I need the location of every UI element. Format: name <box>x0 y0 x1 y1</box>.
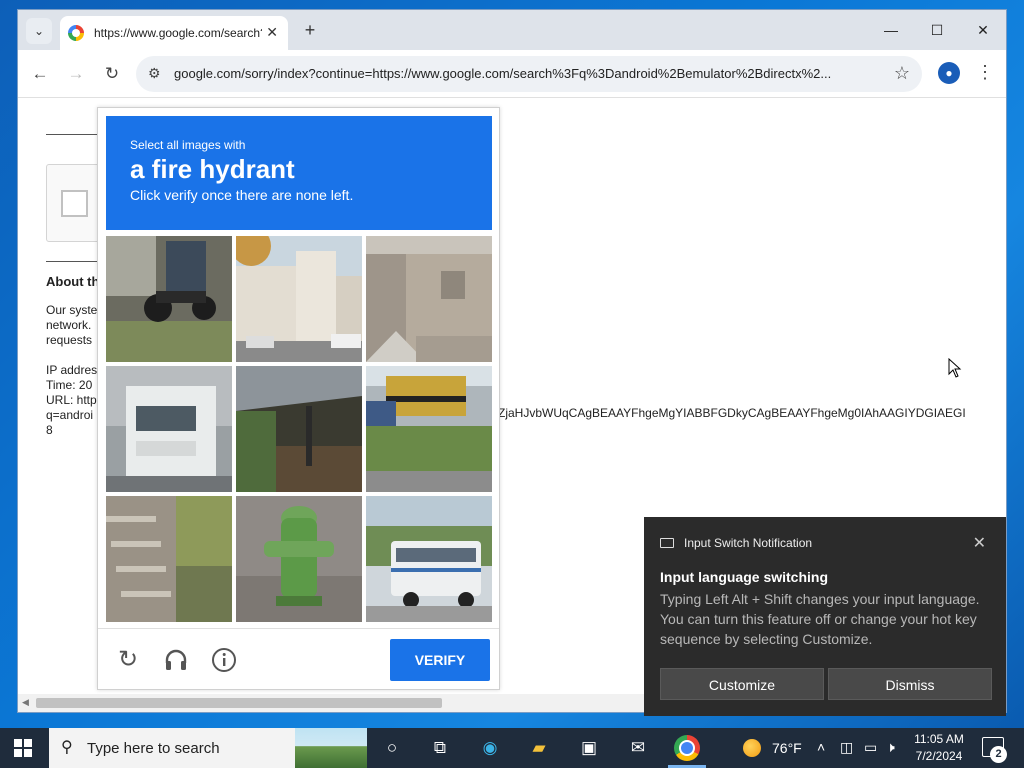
site-info-icon[interactable]: ⚙ <box>148 65 161 82</box>
mail-icon[interactable]: ✉ <box>626 736 650 760</box>
captcha-subinstruction: Click verify once there are none left. <box>130 187 354 203</box>
info-icon[interactable] <box>211 647 237 673</box>
tab-strip: ⌄ https://www.google.com/search? ✕ + — ☐… <box>18 10 1006 50</box>
bookmark-star-icon[interactable]: ☆ <box>894 63 910 84</box>
captcha-footer: ↻ VERIFY <box>98 628 499 690</box>
tab-title: https://www.google.com/search? <box>94 26 262 40</box>
google-favicon-icon <box>68 25 84 41</box>
browser-toolbar: ← → ↻ ⚙ google.com/sorry/index?continue=… <box>18 50 1006 98</box>
recaptcha-checkbox[interactable] <box>61 190 88 217</box>
clock[interactable]: 11:05 AM 7/2/2024 <box>908 731 970 765</box>
notification-count-badge: 2 <box>990 746 1007 763</box>
captcha-image-grid <box>106 236 492 622</box>
store-icon[interactable]: ▣ <box>577 736 601 760</box>
captcha-tile-shed[interactable] <box>236 366 362 492</box>
tab-close-icon[interactable]: ✕ <box>266 24 278 41</box>
taskbar: ⚲ Type here to search ○ ⧉ ◉ ▰ ▣ ✉ 76°F ˄… <box>0 728 1024 768</box>
weather-temperature[interactable]: 76°F <box>772 740 802 756</box>
notification-header: Input Switch Notification <box>660 536 812 550</box>
keyboard-icon <box>660 538 674 548</box>
notification-close-icon[interactable]: ✕ <box>973 533 986 553</box>
browser-tab[interactable]: https://www.google.com/search? ✕ <box>60 16 288 50</box>
captcha-tile-building-corner[interactable] <box>366 236 492 362</box>
info-line: Time: 20 <box>46 378 93 392</box>
captcha-tile-truck[interactable] <box>106 366 232 492</box>
info-line: q=androi <box>46 408 94 422</box>
cortana-icon[interactable]: ○ <box>380 736 404 760</box>
meet-now-icon[interactable]: ◫ <box>840 739 853 756</box>
verify-button[interactable]: VERIFY <box>390 639 490 681</box>
input-switch-notification: Input Switch Notification ✕ Input langua… <box>644 517 1006 716</box>
search-highlight-image <box>295 728 367 768</box>
mouse-cursor-icon <box>948 358 962 378</box>
tab-search-button[interactable]: ⌄ <box>26 18 52 44</box>
captcha-header: Select all images with a fire hydrant Cl… <box>106 116 492 230</box>
dismiss-button[interactable]: Dismiss <box>828 668 992 700</box>
clock-time: 11:05 AM <box>914 732 964 746</box>
start-button[interactable] <box>14 739 32 757</box>
address-url: google.com/sorry/index?continue=https://… <box>174 66 832 81</box>
search-icon: ⚲ <box>61 739 73 756</box>
reload-button[interactable]: ↻ <box>100 62 124 86</box>
profile-avatar[interactable]: ● <box>938 62 960 84</box>
clock-date: 7/2/2024 <box>915 749 963 763</box>
reload-challenge-icon[interactable]: ↻ <box>115 647 141 673</box>
taskbar-search[interactable]: ⚲ Type here to search <box>49 728 367 768</box>
new-tab-button[interactable]: + <box>300 20 320 40</box>
notification-title: Input language switching <box>660 569 828 585</box>
maximize-button[interactable]: ☐ <box>922 18 952 42</box>
edge-icon[interactable]: ◉ <box>478 736 502 760</box>
browser-menu-icon[interactable]: ⋮ <box>976 62 994 83</box>
captcha-tile-motorcycle[interactable] <box>106 236 232 362</box>
captcha-instruction: Select all images with <box>130 138 246 152</box>
para-line: Our syste <box>46 303 98 317</box>
about-heading: About th <box>46 274 100 289</box>
show-hidden-icons-icon[interactable]: ˄ <box>817 739 825 755</box>
captcha-tile-street[interactable] <box>236 236 362 362</box>
chrome-taskbar-icon[interactable] <box>674 735 700 761</box>
task-view-icon[interactable]: ⧉ <box>428 736 452 760</box>
weather-icon[interactable] <box>743 739 761 757</box>
back-button[interactable]: ← <box>28 62 52 86</box>
audio-challenge-icon[interactable] <box>163 647 189 673</box>
info-line: IP addres <box>46 363 98 377</box>
para-line: network. <box>46 318 92 332</box>
info-line: URL: http <box>46 393 97 407</box>
address-bar[interactable]: ⚙ google.com/sorry/index?continue=https:… <box>136 56 922 92</box>
captcha-tile-stairs[interactable] <box>106 496 232 622</box>
captcha-tile-van[interactable] <box>366 496 492 622</box>
captcha-challenge: Select all images with a fire hydrant Cl… <box>97 107 500 690</box>
long-url-text: ZjaHJvbWUqCAgBEAAYFhgeMgYIABBFGDkyCAgBEA… <box>498 406 966 420</box>
customize-button[interactable]: Customize <box>660 668 824 700</box>
captcha-tile-bus[interactable] <box>366 366 492 492</box>
forward-button[interactable]: → <box>64 62 88 86</box>
close-window-button[interactable]: ✕ <box>968 18 998 42</box>
search-placeholder: Type here to search <box>87 740 220 757</box>
scroll-left-icon[interactable]: ◀ <box>22 697 29 708</box>
captcha-target: a fire hydrant <box>130 154 295 184</box>
network-icon[interactable]: ▭ <box>864 739 877 756</box>
volume-muted-icon[interactable]: 🕨 <box>886 739 895 756</box>
scrollbar-thumb[interactable] <box>36 698 442 708</box>
para-line: requests <box>46 333 93 347</box>
notification-body: Typing Left Alt + Shift changes your inp… <box>660 591 980 647</box>
notification-app-name: Input Switch Notification <box>684 536 813 550</box>
file-explorer-icon[interactable]: ▰ <box>527 736 551 760</box>
info-line: 8 <box>46 423 53 437</box>
minimize-button[interactable]: — <box>876 18 906 42</box>
captcha-tile-fire-hydrant[interactable] <box>236 496 362 622</box>
